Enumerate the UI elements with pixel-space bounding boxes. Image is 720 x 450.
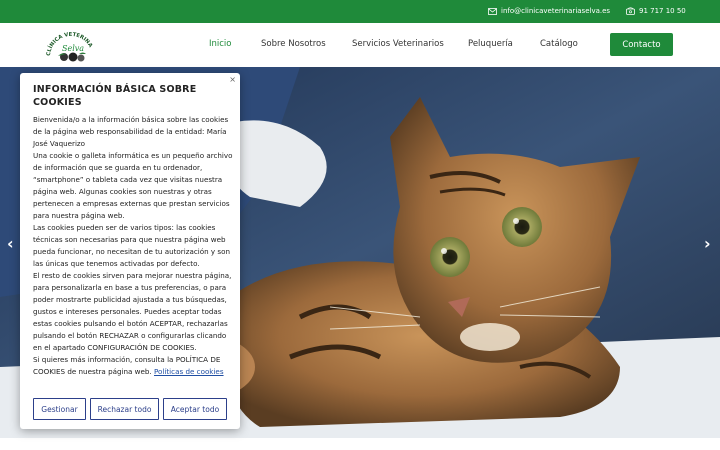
manage-cookies-button[interactable]: Gestionar: [33, 398, 86, 420]
close-icon[interactable]: ×: [229, 75, 236, 84]
svg-text:Selva: Selva: [62, 44, 84, 53]
phone-icon: [626, 7, 635, 15]
clinic-logo[interactable]: CLÍNICA VETERINARIA Selva: [42, 22, 96, 64]
cookie-paragraph: Si quieres más información, consulta la …: [33, 354, 233, 378]
nav-sobre-nosotros[interactable]: Sobre Nosotros: [261, 39, 326, 49]
nav-catalogo[interactable]: Catálogo: [540, 39, 578, 49]
page-bottom: [0, 438, 720, 450]
site-header: CLÍNICA VETERINARIA Selva Inicio Sobre N…: [0, 22, 720, 67]
cookie-paragraph: Una cookie o galleta informática es un p…: [33, 151, 233, 220]
cookie-paragraph: Las cookies pueden ser de varios tipos: …: [33, 223, 231, 268]
phone-text[interactable]: 91 717 10 50: [639, 7, 686, 15]
cookie-title: INFORMACIÓN BÁSICA SOBRE COOKIES: [33, 84, 197, 108]
nav-inicio[interactable]: Inicio: [209, 39, 232, 49]
email-text[interactable]: info@clinicaveterinariaselva.es: [501, 7, 610, 15]
accept-all-button[interactable]: Aceptar todo: [163, 398, 227, 420]
phone-contact[interactable]: 91 717 10 50: [626, 7, 686, 15]
prev-slide-arrow[interactable]: ‹: [7, 234, 14, 253]
cookie-text: Bienvenida/o a la información básica sob…: [33, 114, 233, 378]
contact-button[interactable]: Contacto: [610, 33, 673, 56]
mail-icon: [488, 7, 497, 15]
next-slide-arrow[interactable]: ›: [704, 234, 711, 253]
cookie-paragraph: Bienvenida/o a la información básica sob…: [33, 115, 229, 148]
top-bar: info@clinicaveterinariaselva.es 91 717 1…: [0, 0, 720, 23]
reject-all-button[interactable]: Rechazar todo: [90, 398, 159, 420]
cookie-paragraph: El resto de cookies sirven para mejorar …: [33, 271, 232, 352]
cookie-consent-dialog: × INFORMACIÓN BÁSICA SOBRE COOKIES Bienv…: [20, 73, 240, 429]
cookie-policy-link[interactable]: Políticas de cookies: [154, 367, 224, 376]
nav-servicios-veterinarios[interactable]: Servicios Veterinarios: [352, 39, 444, 49]
email-contact[interactable]: info@clinicaveterinariaselva.es: [488, 7, 610, 15]
nav-peluqueria[interactable]: Peluquería: [468, 39, 513, 49]
